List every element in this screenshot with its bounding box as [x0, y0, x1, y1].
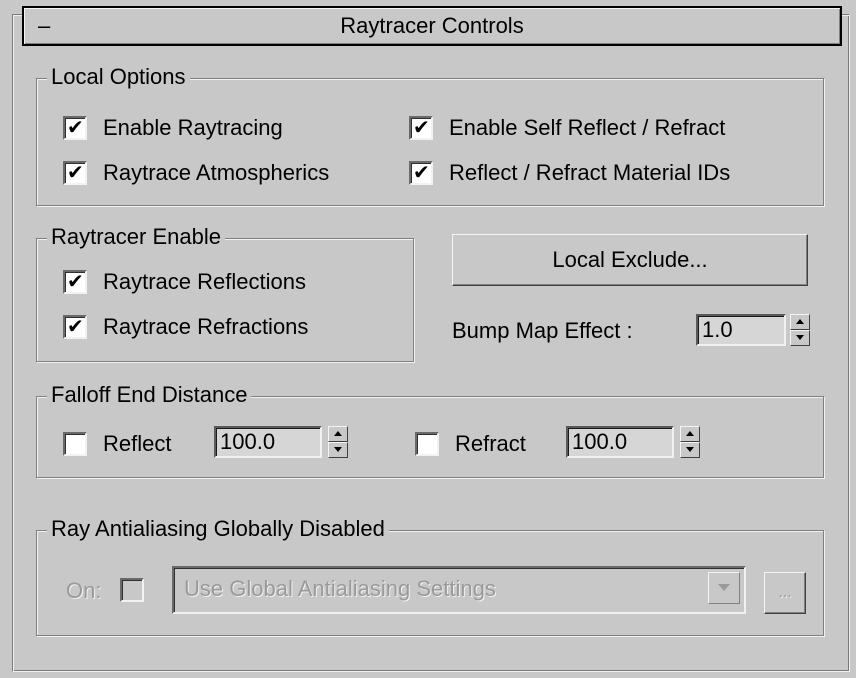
arrow-up-icon [334, 431, 342, 436]
enable-raytracing-option[interactable]: ✔ Enable Raytracing [63, 115, 283, 141]
antialiasing-on-checkbox[interactable] [120, 578, 144, 602]
spinner-down-button[interactable] [328, 442, 348, 458]
check-icon: ✔ [67, 316, 84, 338]
rollout-title: Raytracer Controls [340, 13, 524, 38]
spinner-up-button[interactable] [680, 426, 700, 442]
raytrace-atmospherics-label: Raytrace Atmospherics [103, 160, 330, 185]
ray-antialiasing-label: Ray Antialiasing Globally Disabled [47, 516, 389, 542]
raytracer-enable-label: Raytracer Enable [47, 224, 225, 250]
enable-raytracing-label: Enable Raytracing [103, 115, 283, 140]
reflect-distance-input[interactable]: 100.0 [214, 426, 322, 458]
raytracer-enable-group: Raytracer Enable ✔ Raytrace Reflections … [36, 224, 414, 362]
raytrace-refractions-label: Raytrace Refractions [103, 314, 309, 339]
refract-distance-spinner[interactable] [680, 426, 700, 458]
spinner-up-button[interactable] [790, 314, 810, 330]
arrow-down-icon [334, 447, 342, 452]
enable-self-reflect-refract-label: Enable Self Reflect / Refract [449, 115, 726, 140]
spinner-up-button[interactable] [328, 426, 348, 442]
reflect-label: Reflect [103, 431, 172, 456]
falloff-end-distance-label: Falloff End Distance [47, 382, 252, 408]
antialiasing-settings-dropdown[interactable]: Use Global Antialiasing Settings [172, 566, 746, 614]
check-icon: ✔ [413, 162, 430, 184]
antialiasing-options-button[interactable]: ... [764, 572, 806, 614]
raytrace-refractions-option[interactable]: ✔ Raytrace Refractions [63, 314, 308, 340]
refract-option[interactable]: Refract [415, 431, 526, 457]
raytrace-atmospherics-checkbox[interactable]: ✔ [63, 161, 87, 185]
bump-map-effect-label: Bump Map Effect : [452, 318, 633, 343]
arrow-up-icon [686, 431, 694, 436]
chevron-down-icon [718, 584, 730, 591]
enable-raytracing-checkbox[interactable]: ✔ [63, 116, 87, 140]
raytrace-atmospherics-option[interactable]: ✔ Raytrace Atmospherics [63, 160, 329, 186]
reflect-refract-material-ids-label: Reflect / Refract Material IDs [449, 160, 731, 185]
reflect-refract-material-ids-checkbox[interactable]: ✔ [409, 161, 433, 185]
dropdown-arrow-icon[interactable] [708, 572, 740, 604]
reflect-checkbox[interactable] [63, 432, 87, 456]
enable-self-reflect-refract-checkbox[interactable]: ✔ [409, 116, 433, 140]
spinner-down-button[interactable] [680, 442, 700, 458]
reflect-option[interactable]: Reflect [63, 431, 171, 457]
check-icon: ✔ [67, 117, 84, 139]
local-options-label: Local Options [47, 64, 190, 90]
spinner-down-button[interactable] [790, 330, 810, 346]
raytrace-reflections-label: Raytrace Reflections [103, 269, 306, 294]
arrow-down-icon [686, 447, 694, 452]
refract-checkbox[interactable] [415, 432, 439, 456]
refract-label: Refract [455, 431, 526, 456]
raytrace-refractions-checkbox[interactable]: ✔ [63, 315, 87, 339]
check-icon: ✔ [67, 271, 84, 293]
antialiasing-on-label: On: [66, 578, 102, 603]
reflect-refract-material-ids-option[interactable]: ✔ Reflect / Refract Material IDs [409, 160, 730, 186]
local-options-group: Local Options ✔ Enable Raytracing ✔ Rayt… [36, 64, 824, 206]
refract-distance-input[interactable]: 100.0 [566, 426, 674, 458]
check-icon: ✔ [67, 162, 84, 184]
reflect-distance-spinner[interactable] [328, 426, 348, 458]
bump-map-effect-input[interactable]: 1.0 [696, 314, 786, 346]
arrow-down-icon [796, 335, 804, 340]
raytrace-reflections-option[interactable]: ✔ Raytrace Reflections [63, 269, 306, 295]
local-exclude-button[interactable]: Local Exclude... [452, 234, 808, 286]
arrow-up-icon [796, 319, 804, 324]
bump-map-effect-spinner[interactable] [790, 314, 810, 346]
enable-self-reflect-refract-option[interactable]: ✔ Enable Self Reflect / Refract [409, 115, 725, 141]
antialiasing-settings-value: Use Global Antialiasing Settings [184, 576, 496, 601]
raytrace-reflections-checkbox[interactable]: ✔ [63, 270, 87, 294]
rollout-header[interactable]: – Raytracer Controls [22, 6, 842, 46]
falloff-end-distance-group: Falloff End Distance Reflect Refract [36, 382, 824, 478]
check-icon: ✔ [413, 117, 430, 139]
